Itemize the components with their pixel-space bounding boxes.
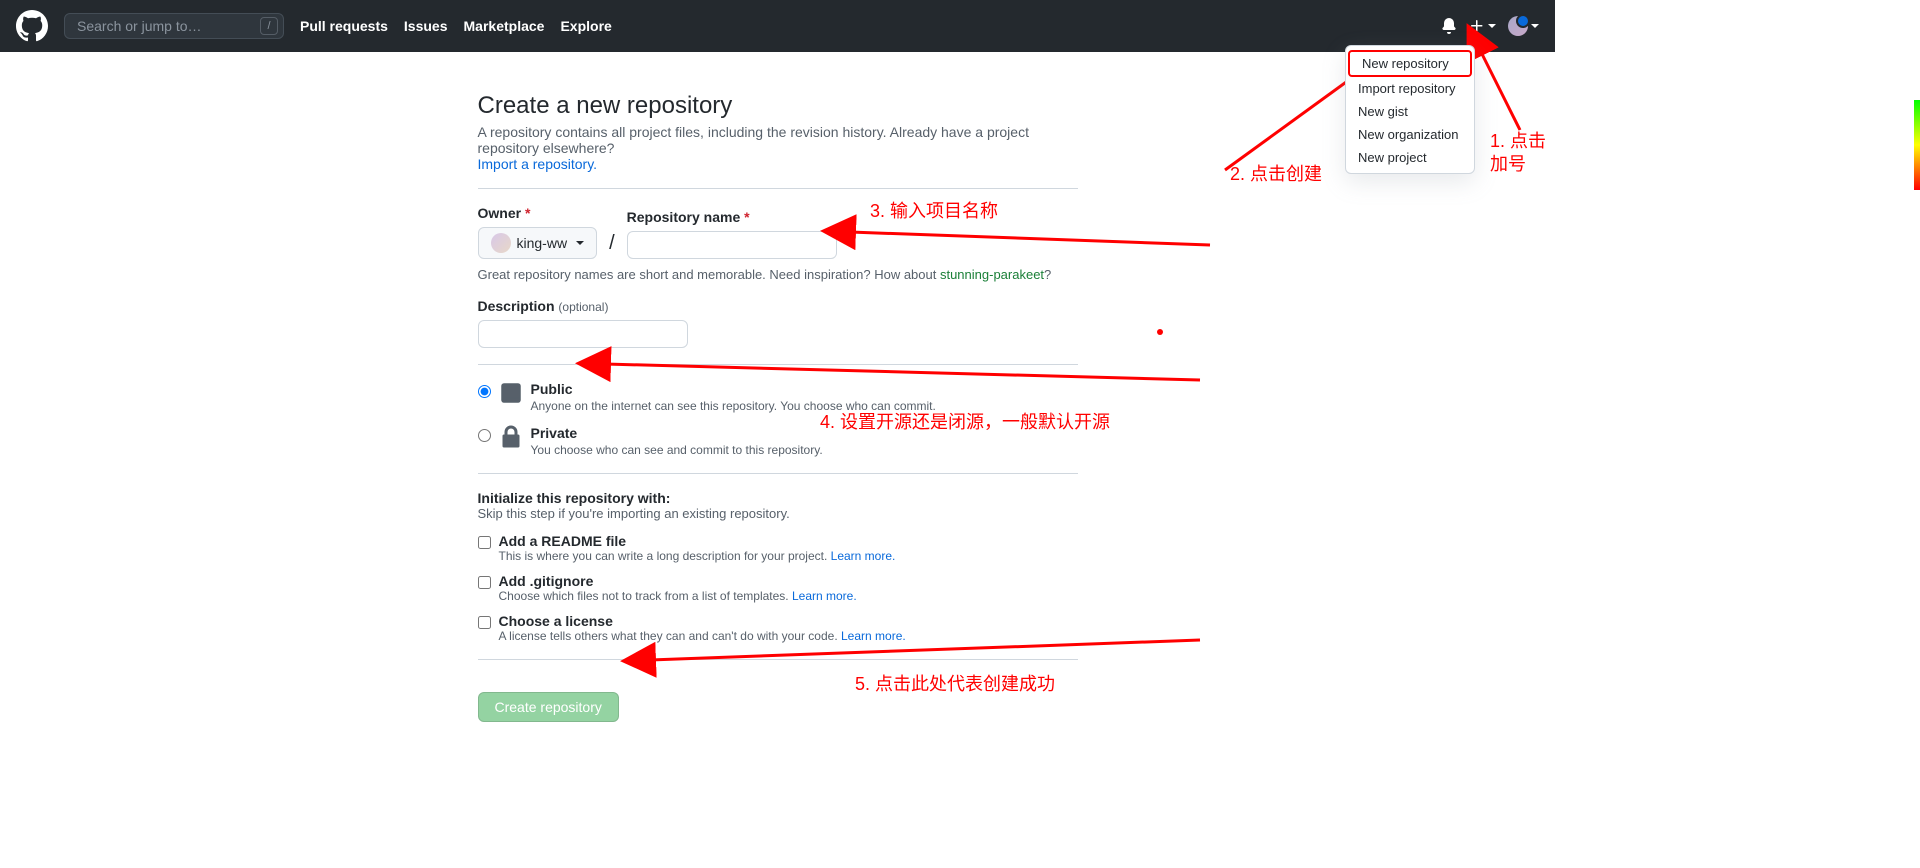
slash-separator: / xyxy=(609,232,615,259)
suggested-name[interactable]: stunning-parakeet xyxy=(940,267,1044,282)
readme-checkbox[interactable] xyxy=(478,536,491,549)
nav-pull-requests[interactable]: Pull requests xyxy=(300,18,388,34)
page-title: Create a new repository xyxy=(478,92,1078,120)
owner-avatar xyxy=(491,233,511,253)
avatar xyxy=(1508,16,1528,36)
gitignore-title: Add .gitignore xyxy=(499,573,594,589)
create-repository-button[interactable]: Create repository xyxy=(478,692,619,722)
annotation-2: 2. 点击创建 xyxy=(1230,160,1322,186)
gitignore-checkbox[interactable] xyxy=(478,576,491,589)
dropdown-import-repository[interactable]: Import repository xyxy=(1346,77,1474,100)
license-checkbox[interactable] xyxy=(478,616,491,629)
global-header: / Pull requests Issues Marketplace Explo… xyxy=(0,0,1555,52)
github-logo[interactable] xyxy=(16,10,48,42)
private-title: Private xyxy=(531,425,823,441)
owner-name: king-ww xyxy=(517,235,568,251)
main-form: Create a new repository A repository con… xyxy=(478,52,1078,762)
license-title: Choose a license xyxy=(499,613,613,629)
avatar-menu[interactable] xyxy=(1508,16,1539,36)
nav-issues[interactable]: Issues xyxy=(404,18,448,34)
initialize-sub: Skip this step if you're importing an ex… xyxy=(478,506,1078,521)
dropdown-new-organization[interactable]: New organization xyxy=(1346,123,1474,146)
repo-name-input[interactable] xyxy=(627,231,837,259)
visibility-public-radio[interactable] xyxy=(478,385,491,398)
nav-explore[interactable]: Explore xyxy=(560,18,611,34)
dropdown-new-gist[interactable]: New gist xyxy=(1346,100,1474,123)
owner-selector[interactable]: king-ww xyxy=(478,227,598,259)
plus-icon[interactable] xyxy=(1469,18,1496,34)
description-label: Description (optional) xyxy=(478,298,1078,314)
scroll-indicator xyxy=(1914,100,1920,190)
annotation-1: 1. 点击加号 xyxy=(1490,130,1550,177)
owner-label: Owner * xyxy=(478,205,598,221)
repo-icon xyxy=(499,381,523,405)
page-subtext: A repository contains all project files,… xyxy=(478,124,1078,172)
lock-icon xyxy=(499,425,523,449)
dropdown-new-repository[interactable]: New repository xyxy=(1348,50,1472,77)
visibility-private-radio[interactable] xyxy=(478,429,491,442)
description-input[interactable] xyxy=(478,320,688,348)
import-repository-link[interactable]: Import a repository. xyxy=(478,156,598,172)
search-input[interactable] xyxy=(64,13,284,39)
readme-learn-more[interactable]: Learn more. xyxy=(831,549,896,563)
create-dropdown: New repository Import repository New gis… xyxy=(1345,45,1475,174)
notifications-icon[interactable] xyxy=(1441,18,1457,34)
gitignore-learn-more[interactable]: Learn more. xyxy=(792,589,857,603)
repo-name-hint: Great repository names are short and mem… xyxy=(478,267,1078,282)
nav-marketplace[interactable]: Marketplace xyxy=(464,18,545,34)
slash-hint: / xyxy=(260,17,278,35)
license-learn-more[interactable]: Learn more. xyxy=(841,629,906,643)
private-desc: You choose who can see and commit to thi… xyxy=(531,443,823,457)
dropdown-new-project[interactable]: New project xyxy=(1346,146,1474,169)
initialize-heading: Initialize this repository with: xyxy=(478,490,1078,506)
repo-name-label: Repository name * xyxy=(627,209,837,225)
readme-title: Add a README file xyxy=(499,533,627,549)
public-desc: Anyone on the internet can see this repo… xyxy=(531,399,936,413)
public-title: Public xyxy=(531,381,936,397)
